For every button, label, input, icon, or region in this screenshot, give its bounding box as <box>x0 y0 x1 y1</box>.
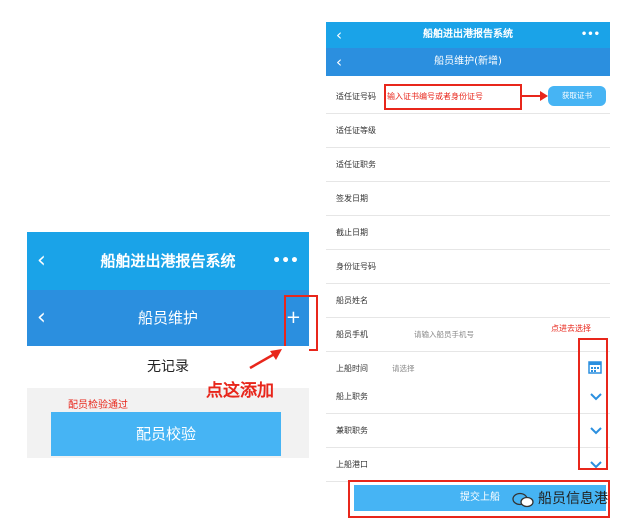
right-app-header: ‹ 船舶进出港报告系统 ••• <box>326 22 610 48</box>
right-page-header: ‹ 船员维护(新增) <box>326 48 610 76</box>
verify-button[interactable]: 配员校验 <box>51 412 281 456</box>
add-highlight-box <box>284 295 318 351</box>
annotation-click-add: 点这添加 <box>206 381 274 401</box>
annotation-click-select: 点进去选择 <box>551 324 591 333</box>
left-app-header: ‹ 船舶进出港报告系统 ••• <box>27 232 309 290</box>
select-highlight-box <box>578 338 608 470</box>
input-hint-box <box>384 84 522 110</box>
field-board-port[interactable]: 上船港口 <box>326 448 610 482</box>
field-label: 船上职务 <box>336 392 368 401</box>
field-part-time-duty[interactable]: 兼职职务 <box>326 414 610 448</box>
app-title: 船舶进出港报告系统 <box>423 29 513 40</box>
field-label: 上船港口 <box>336 460 368 469</box>
field-label: 身份证号码 <box>336 262 376 271</box>
field-ship-duty[interactable]: 船上职务 <box>326 380 610 414</box>
page-title: 船员维护 <box>137 309 198 327</box>
app-title: 船舶进出港报告系统 <box>100 252 236 270</box>
page-title: 船员维护(新增) <box>434 56 502 67</box>
field-expiry-date: 截止日期 <box>326 216 610 250</box>
watermark-text: 船员信息港 <box>538 491 608 507</box>
field-label: 签发日期 <box>336 194 368 203</box>
field-label: 适任证等级 <box>336 126 376 135</box>
wechat-icon <box>512 492 534 508</box>
field-label: 适任证职务 <box>336 160 376 169</box>
more-icon[interactable]: ••• <box>272 232 299 290</box>
field-id-number: 身份证号码 <box>326 250 610 284</box>
field-crew-name: 船员姓名 <box>326 284 610 318</box>
field-issue-date: 签发日期 <box>326 182 610 216</box>
field-cert-level: 适任证等级 <box>326 114 610 148</box>
arrow-icon <box>522 91 548 101</box>
field-cert-duty: 适任证职务 <box>326 148 610 182</box>
phone-input[interactable]: 请输入船员手机号 <box>414 318 474 351</box>
more-icon[interactable]: ••• <box>581 22 600 48</box>
field-label: 适任证号码 <box>336 92 376 101</box>
verify-status: 配员检验通过 <box>68 400 128 411</box>
field-label: 船员姓名 <box>336 296 368 305</box>
field-label: 截止日期 <box>336 228 368 237</box>
fetch-cert-button[interactable]: 获取证书 <box>548 86 606 106</box>
field-label: 船员手机 <box>336 330 368 339</box>
left-page-header: ‹ 船员维护 + <box>27 290 309 346</box>
field-label: 兼职职务 <box>336 426 368 435</box>
arrow-icon <box>249 349 282 370</box>
